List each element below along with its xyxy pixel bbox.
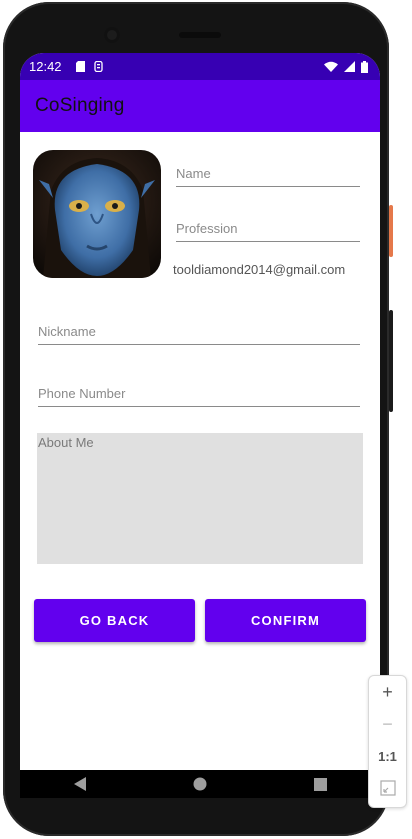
phone-number-field[interactable]: [38, 383, 360, 407]
battery-icon: [361, 60, 368, 73]
avatar-image: [33, 150, 161, 278]
app-title: CoSinging: [35, 95, 125, 116]
volume-button: [389, 310, 393, 412]
zoom-actual-size-button[interactable]: 1:1: [369, 740, 406, 772]
name-field[interactable]: [176, 163, 360, 187]
back-nav-button[interactable]: [72, 776, 88, 792]
home-nav-button[interactable]: [192, 776, 208, 792]
about-me-textarea[interactable]: [37, 433, 363, 564]
phone-frame: 12:42 CoSinging Name Profession tooldiam…: [3, 2, 389, 836]
home-circle-icon: [193, 777, 207, 791]
recents-nav-button[interactable]: [312, 776, 328, 792]
back-triangle-icon: [74, 777, 86, 791]
phone-number-input[interactable]: [38, 383, 360, 403]
sd-card-icon: [75, 61, 85, 72]
nickname-input[interactable]: [38, 321, 360, 341]
profile-avatar[interactable]: [33, 150, 161, 278]
power-button: [389, 205, 393, 257]
wifi-icon: [324, 61, 338, 72]
notification-icon: [93, 61, 103, 72]
confirm-button[interactable]: CONFIRM: [205, 599, 366, 642]
status-bar: 12:42: [20, 53, 380, 80]
profession-input[interactable]: [176, 218, 360, 238]
zoom-fit-button[interactable]: [369, 772, 406, 804]
email-label: tooldiamond2014@gmail.com: [173, 262, 346, 277]
recents-square-icon: [313, 777, 327, 791]
go-back-button[interactable]: GO BACK: [34, 599, 195, 642]
device-screen: 12:42 CoSinging Name Profession tooldiam…: [20, 53, 380, 798]
app-bar: CoSinging: [20, 80, 380, 132]
front-camera: [104, 27, 120, 43]
fit-screen-icon: [379, 780, 396, 796]
nickname-field[interactable]: [38, 321, 360, 345]
signal-icon: [344, 61, 355, 72]
status-time: 12:42: [29, 59, 62, 74]
earpiece-speaker: [179, 32, 221, 38]
zoom-out-button[interactable]: −: [369, 708, 406, 740]
navigation-bar: [20, 770, 380, 798]
profession-field[interactable]: [176, 218, 360, 242]
name-input[interactable]: [176, 163, 360, 183]
zoom-in-button[interactable]: +: [369, 676, 406, 708]
zoom-controls: + − 1:1: [368, 675, 407, 808]
